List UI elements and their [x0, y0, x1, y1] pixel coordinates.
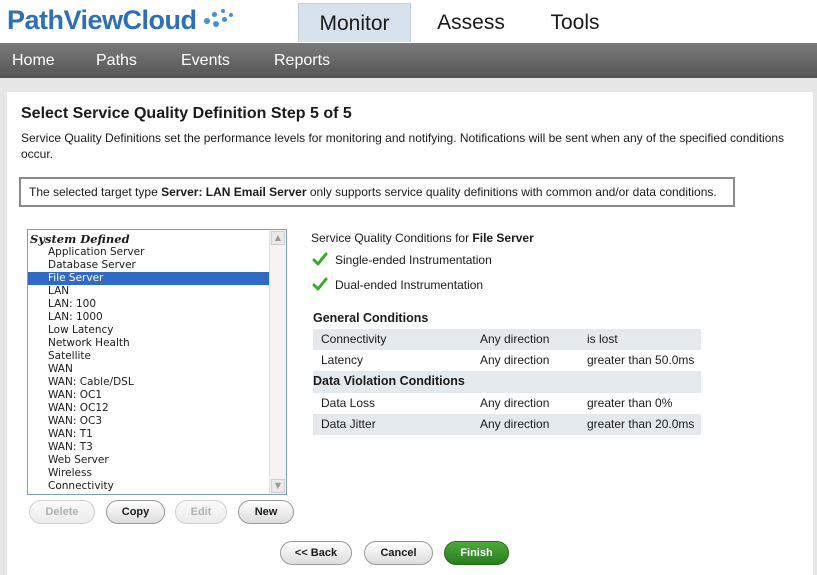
tab-tools[interactable]: Tools — [535, 3, 615, 42]
cancel-button[interactable]: Cancel — [364, 541, 433, 565]
row-direction: Any direction — [480, 417, 550, 431]
delete-button[interactable]: Delete — [29, 500, 95, 524]
instrumentation-dual: Dual-ended Instrumentation — [335, 278, 484, 292]
list-item[interactable]: Connectivity — [28, 480, 269, 493]
row-condition: greater than 50.0ms — [587, 353, 695, 367]
conditions-title: Service Quality Conditions for File Serv… — [311, 231, 534, 245]
page-description: Service Quality Definitions set the perf… — [21, 131, 785, 161]
list-item[interactable]: Web Server — [28, 454, 269, 467]
list-item[interactable]: Database Server — [28, 259, 269, 272]
table-row: Connectivity Any direction is lost — [313, 329, 701, 350]
list-item[interactable]: WAN: OC1 — [28, 389, 269, 402]
check-icon — [312, 277, 328, 291]
list-item[interactable]: Application Server — [28, 246, 269, 259]
list-item[interactable]: LAN — [28, 285, 269, 298]
nav-reports[interactable]: Reports — [274, 43, 330, 78]
list-item[interactable]: Low Latency — [28, 324, 269, 337]
list-item[interactable]: WAN: OC3 — [28, 415, 269, 428]
row-metric: Connectivity — [321, 332, 387, 346]
scroll-up-icon[interactable]: ▲ — [271, 231, 285, 245]
main-nav: Home Paths Events Reports — [0, 43, 817, 78]
list-item[interactable]: Satellite — [28, 350, 269, 363]
list-item[interactable]: WAN: OC12 — [28, 402, 269, 415]
row-direction: Any direction — [480, 396, 550, 410]
list-item[interactable]: WAN: Cable/DSL — [28, 376, 269, 389]
row-metric: Data Loss — [321, 396, 376, 410]
list-item[interactable]: WAN — [28, 363, 269, 376]
row-direction: Any direction — [480, 353, 550, 367]
nav-home[interactable]: Home — [12, 43, 55, 78]
target-notice: The selected target type Server: LAN Ema… — [19, 177, 735, 207]
nav-events[interactable]: Events — [181, 43, 230, 78]
row-condition: is lost — [587, 332, 618, 346]
page-title: Select Service Quality Definition Step 5… — [21, 105, 352, 122]
list-item[interactable]: LAN: 100 — [28, 298, 269, 311]
list-item[interactable]: LAN: 1000 — [28, 311, 269, 324]
edit-button[interactable]: Edit — [175, 500, 227, 524]
general-conditions-header: General Conditions — [313, 311, 429, 325]
logo-dots-icon — [202, 8, 236, 30]
tab-assess[interactable]: Assess — [425, 3, 517, 42]
table-row: Latency Any direction greater than 50.0m… — [313, 350, 701, 371]
copy-button[interactable]: Copy — [106, 500, 165, 524]
row-condition: greater than 20.0ms — [587, 417, 695, 431]
list-item[interactable]: Network Health — [28, 337, 269, 350]
table-row: Data Jitter Any direction greater than 2… — [313, 414, 701, 435]
conditions-title-prefix: Service Quality Conditions for — [311, 231, 473, 245]
list-item[interactable]: File Server — [28, 272, 269, 285]
list-group-header: System Defined — [30, 232, 130, 246]
definition-list[interactable]: System Defined Application Server Databas… — [27, 229, 287, 495]
conditions-title-target: File Server — [472, 231, 534, 245]
data-conditions-header: Data Violation Conditions — [313, 374, 465, 388]
list-item[interactable]: Wireless — [28, 467, 269, 480]
list-item[interactable]: WAN: T1 — [28, 428, 269, 441]
instrumentation-single: Single-ended Instrumentation — [335, 253, 492, 267]
data-conditions-header-row: Data Violation Conditions — [313, 371, 701, 393]
scroll-down-icon[interactable]: ▼ — [271, 479, 285, 493]
row-metric: Data Jitter — [321, 417, 376, 431]
nav-paths[interactable]: Paths — [96, 43, 137, 78]
notice-prefix: The selected target type — [29, 185, 162, 199]
notice-suffix: only supports service quality definition… — [306, 185, 717, 199]
row-condition: greater than 0% — [587, 396, 673, 410]
check-icon — [312, 252, 328, 266]
tab-monitor[interactable]: Monitor — [298, 3, 411, 42]
app-logo[interactable]: PathViewCloud — [7, 5, 197, 37]
top-bar: PathViewCloud Monitor Assess Tools — [0, 0, 817, 42]
row-metric: Latency — [321, 353, 364, 367]
back-button[interactable]: << Back — [280, 541, 352, 565]
table-row: Data Loss Any direction greater than 0% — [313, 393, 701, 414]
finish-button[interactable]: Finish — [444, 541, 509, 565]
row-direction: Any direction — [480, 332, 550, 346]
new-button[interactable]: New — [238, 500, 294, 524]
list-item[interactable]: WAN: T3 — [28, 441, 269, 454]
list-scrollbar[interactable]: ▲ ▼ — [269, 230, 286, 494]
notice-target: Server: LAN Email Server — [161, 185, 307, 199]
